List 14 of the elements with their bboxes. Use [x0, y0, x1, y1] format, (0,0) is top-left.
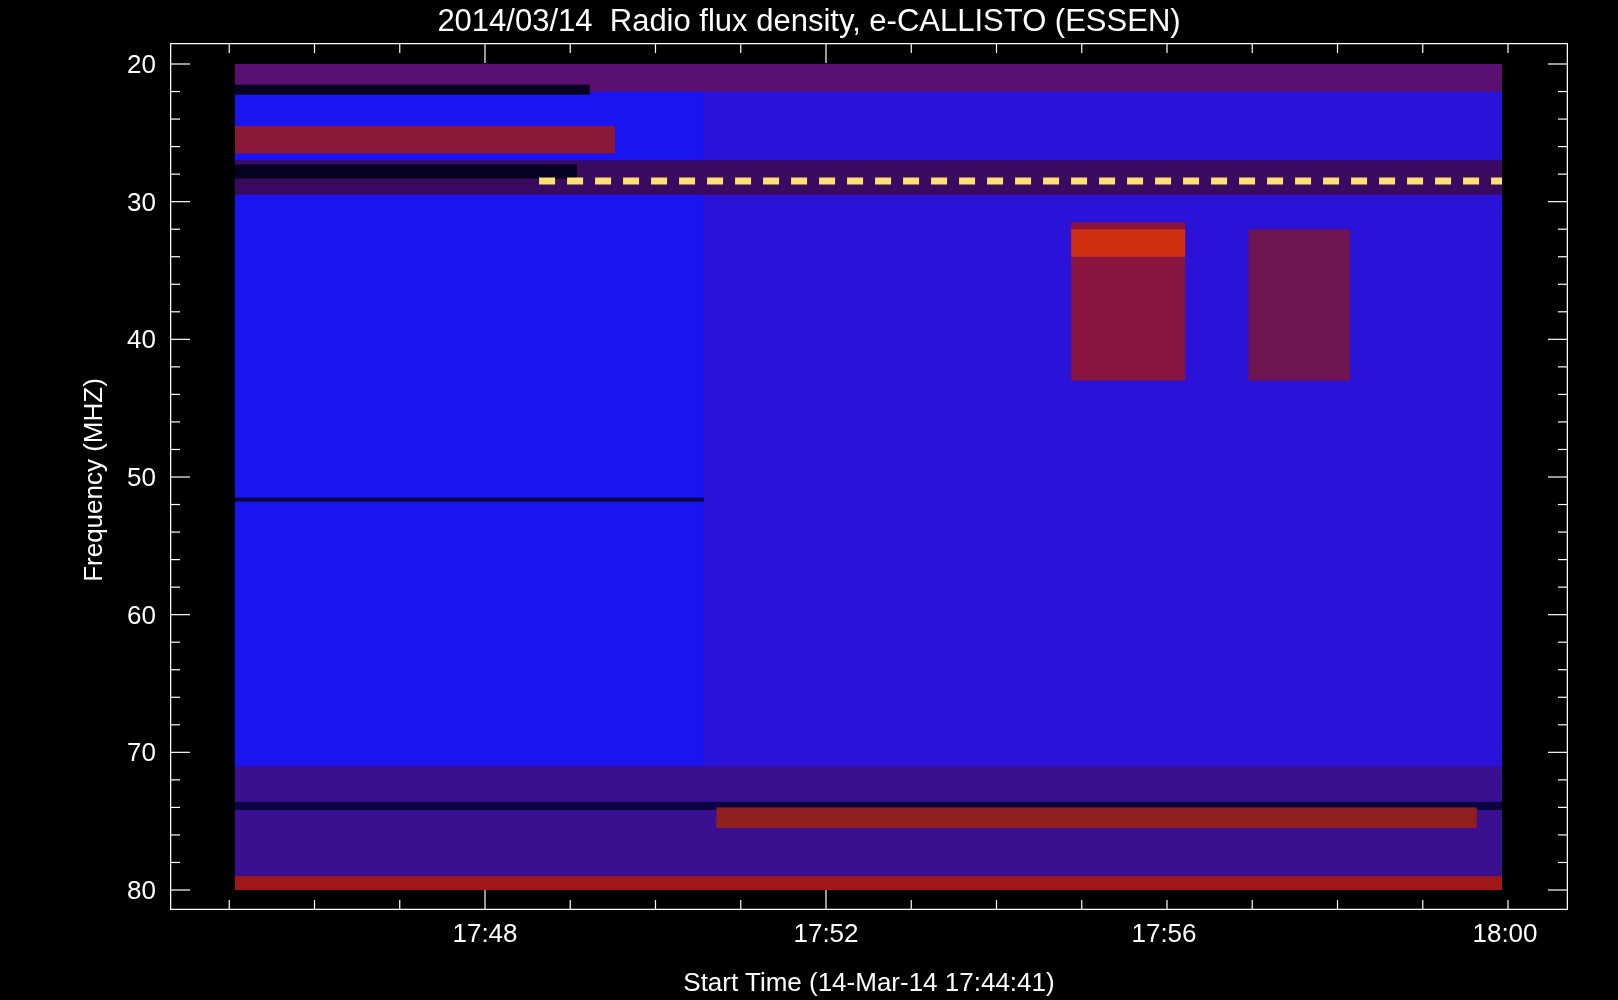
x-tick-label: 18:00 — [1472, 918, 1538, 948]
x-tick-label: 17:48 — [452, 918, 518, 948]
y-tick-label: 80 — [126, 875, 156, 905]
y-tick-label: 60 — [126, 599, 156, 630]
y-tick-label: 40 — [126, 324, 156, 355]
y-tick-label: 70 — [126, 737, 156, 768]
y-tick-label: 30 — [126, 186, 156, 217]
chart-title: 2014/03/14 Radio flux density, e-CALLISTO (ESSEN) — [437, 2, 1181, 40]
x-tick-label: 17:52 — [793, 918, 859, 948]
y-tick-label: 50 — [126, 462, 156, 492]
y-axis-label: Frequency (MHZ) — [78, 378, 108, 582]
x-axis-label: Start Time (14-Mar-14 17:44:41) — [683, 967, 1055, 997]
x-tick-label: 17:56 — [1131, 918, 1197, 948]
y-tick-label: 20 — [126, 49, 156, 79]
